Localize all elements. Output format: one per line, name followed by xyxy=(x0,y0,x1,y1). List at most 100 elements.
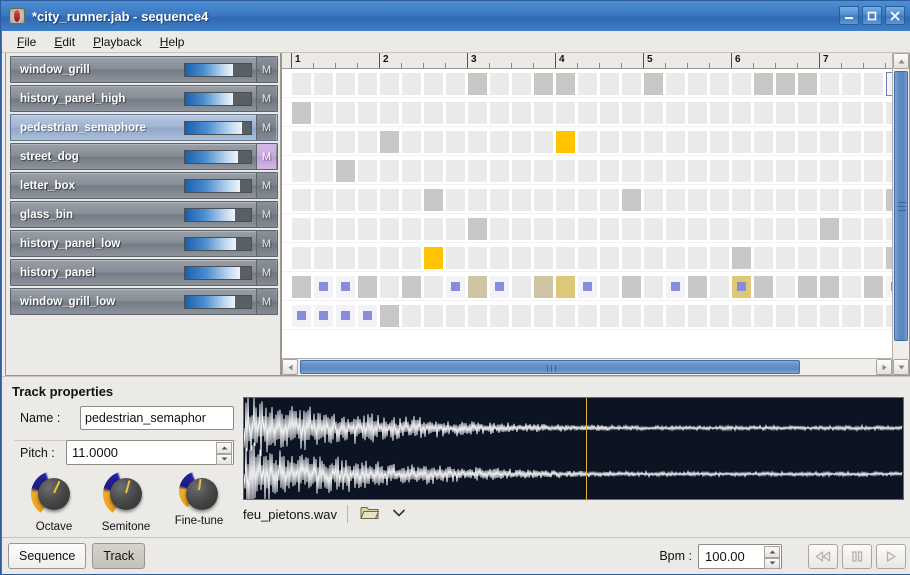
grid-cell[interactable] xyxy=(754,102,773,124)
grid-cell[interactable] xyxy=(732,131,751,153)
grid-cell[interactable] xyxy=(336,160,355,182)
grid-cell[interactable] xyxy=(512,305,531,327)
grid-cell[interactable] xyxy=(666,131,685,153)
grid-cell[interactable] xyxy=(864,131,883,153)
menu-item-help[interactable]: Help xyxy=(151,33,194,51)
horizontal-scroll-thumb[interactable] xyxy=(300,360,800,374)
grid-cell[interactable] xyxy=(336,276,355,298)
grid-cell[interactable] xyxy=(842,276,861,298)
grid-cell[interactable] xyxy=(490,305,509,327)
grid-cell[interactable] xyxy=(336,73,355,95)
grid-cell[interactable] xyxy=(358,218,377,240)
grid-cell[interactable] xyxy=(446,276,465,298)
bpm-decrement-button[interactable] xyxy=(764,557,780,569)
close-button[interactable] xyxy=(885,6,905,25)
grid-cell[interactable] xyxy=(292,305,311,327)
track-volume-slider[interactable] xyxy=(184,265,252,280)
grid-row[interactable] xyxy=(282,185,892,214)
grid-cell[interactable] xyxy=(424,247,443,269)
grid-cell[interactable] xyxy=(798,160,817,182)
grid-cell[interactable] xyxy=(754,160,773,182)
grid-cell[interactable] xyxy=(600,218,619,240)
grid-cell[interactable] xyxy=(732,102,751,124)
pitch-increment-button[interactable] xyxy=(216,442,232,454)
grid-cell[interactable] xyxy=(600,305,619,327)
grid-cell[interactable] xyxy=(820,218,839,240)
folder-icon[interactable] xyxy=(360,505,380,523)
grid-cell[interactable] xyxy=(798,73,817,95)
grid-cell[interactable] xyxy=(666,305,685,327)
grid-cell[interactable] xyxy=(820,305,839,327)
grid-cell[interactable] xyxy=(864,73,883,95)
grid-cell[interactable] xyxy=(358,131,377,153)
grid-cell[interactable] xyxy=(358,305,377,327)
track-mute-button[interactable]: M xyxy=(256,115,276,140)
grid-cell[interactable] xyxy=(710,305,729,327)
grid-cell[interactable] xyxy=(622,189,641,211)
scroll-down-button[interactable] xyxy=(893,359,909,375)
grid-cell[interactable] xyxy=(644,102,663,124)
grid-cell[interactable] xyxy=(578,305,597,327)
grid-cell[interactable] xyxy=(776,218,795,240)
grid-cell[interactable] xyxy=(842,131,861,153)
grid-cell[interactable] xyxy=(688,305,707,327)
grid-cell[interactable] xyxy=(380,102,399,124)
grid-cell[interactable] xyxy=(754,247,773,269)
chevron-down-icon[interactable] xyxy=(393,508,405,520)
grid-cell[interactable] xyxy=(864,247,883,269)
tab-sequence[interactable]: Sequence xyxy=(8,543,87,569)
grid-cell[interactable] xyxy=(754,305,773,327)
pitch-input[interactable]: 11.0000 xyxy=(66,440,234,465)
grid-row[interactable] xyxy=(282,98,892,127)
scroll-right-button[interactable] xyxy=(876,359,892,375)
grid-cell[interactable] xyxy=(732,305,751,327)
grid-cell[interactable] xyxy=(314,276,333,298)
grid-cell[interactable] xyxy=(556,218,575,240)
grid-cell[interactable] xyxy=(468,218,487,240)
grid-cell[interactable] xyxy=(710,102,729,124)
track-row[interactable]: letter_box M xyxy=(10,172,278,199)
grid-cell[interactable] xyxy=(490,247,509,269)
track-mute-button[interactable]: M xyxy=(256,231,276,256)
grid-cell[interactable] xyxy=(358,276,377,298)
grid-cell[interactable] xyxy=(468,131,487,153)
octave-knob[interactable] xyxy=(31,471,77,517)
grid-cell[interactable] xyxy=(402,102,421,124)
scroll-up-button[interactable] xyxy=(893,53,909,69)
grid-cell[interactable] xyxy=(446,131,465,153)
grid-cell[interactable] xyxy=(710,247,729,269)
track-volume-slider[interactable] xyxy=(184,207,252,222)
track-row[interactable]: pedestrian_semaphore M xyxy=(10,114,278,141)
playhead-cursor[interactable] xyxy=(586,398,587,501)
grid-cell[interactable] xyxy=(336,102,355,124)
grid-cell[interactable] xyxy=(842,305,861,327)
grid-cell[interactable] xyxy=(776,73,795,95)
grid-cell[interactable] xyxy=(776,305,795,327)
grid-cell[interactable] xyxy=(798,247,817,269)
grid-cell[interactable] xyxy=(842,189,861,211)
track-row[interactable]: history_panel_high M xyxy=(10,85,278,112)
grid-cell[interactable] xyxy=(380,276,399,298)
grid-cell[interactable] xyxy=(600,102,619,124)
grid-cell[interactable] xyxy=(468,160,487,182)
grid-vertical-scrollbar[interactable] xyxy=(892,53,909,375)
grid-cell[interactable] xyxy=(534,218,553,240)
grid-cell[interactable] xyxy=(402,73,421,95)
grid-cell[interactable] xyxy=(820,276,839,298)
track-volume-slider[interactable] xyxy=(184,294,252,309)
grid-cell[interactable] xyxy=(688,160,707,182)
grid-cell[interactable] xyxy=(820,189,839,211)
grid-cell[interactable] xyxy=(666,276,685,298)
grid-row[interactable] xyxy=(282,69,892,98)
grid-cell[interactable] xyxy=(864,189,883,211)
grid-cell[interactable] xyxy=(776,189,795,211)
grid-row[interactable] xyxy=(282,243,892,272)
grid-cell[interactable] xyxy=(556,247,575,269)
grid-cell[interactable] xyxy=(468,189,487,211)
track-volume-slider[interactable] xyxy=(184,91,252,106)
grid-cell[interactable] xyxy=(424,73,443,95)
track-mute-button[interactable]: M xyxy=(256,260,276,285)
grid-cell[interactable] xyxy=(820,160,839,182)
menu-item-edit[interactable]: Edit xyxy=(45,33,84,51)
grid-cell[interactable] xyxy=(358,189,377,211)
